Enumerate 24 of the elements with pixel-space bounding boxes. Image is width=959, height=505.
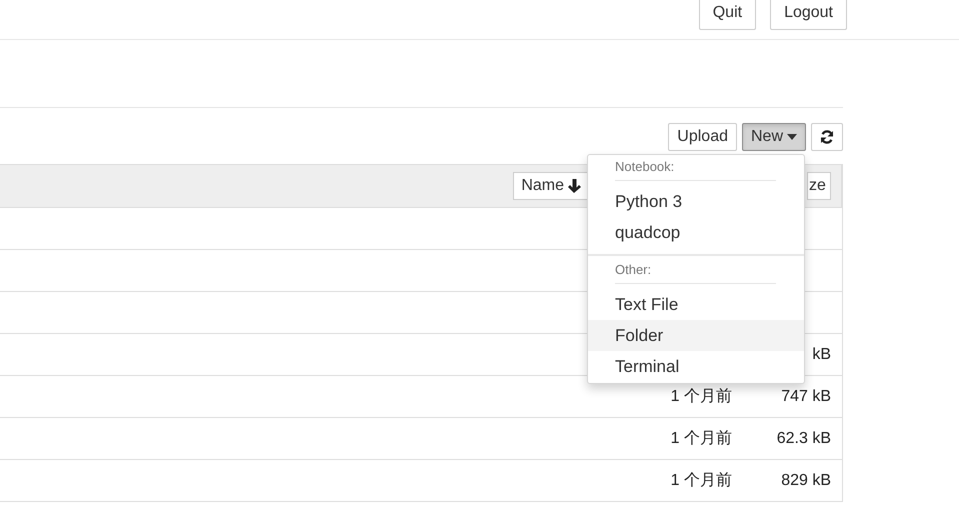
- size-cell: 62.3 kB: [776, 430, 831, 446]
- modified-cell: 1 个月前: [670, 388, 732, 405]
- modified-cell: 1 个月前: [670, 430, 732, 447]
- menu-heading: Notebook:: [615, 158, 776, 181]
- header-button[interactable]: Logout: [770, 0, 847, 30]
- down-arrow-icon: [568, 179, 581, 193]
- size-sort-button[interactable]: ze: [807, 172, 831, 200]
- caret-icon: [787, 134, 797, 140]
- refresh-icon: [820, 130, 834, 144]
- new-button[interactable]: New: [742, 123, 806, 151]
- menu-item[interactable]: quadcop: [588, 217, 804, 248]
- menu-heading: Other:: [615, 261, 776, 284]
- upload-button[interactable]: Upload: [668, 123, 737, 151]
- size-cell: 747 kB: [781, 388, 831, 404]
- menu-item[interactable]: Folder: [588, 320, 804, 351]
- size-cell: kB: [812, 346, 831, 362]
- name-sort-button[interactable]: Name: [513, 172, 589, 200]
- modified-cell: 1 个月前: [670, 472, 732, 489]
- menu-item[interactable]: Terminal: [588, 351, 804, 382]
- menu-item[interactable]: Text File: [588, 289, 804, 320]
- size-cell: 829 kB: [781, 472, 831, 488]
- header-button[interactable]: Quit: [698, 0, 756, 30]
- menu-item[interactable]: Python 3: [588, 186, 804, 217]
- refresh-button[interactable]: [811, 123, 843, 151]
